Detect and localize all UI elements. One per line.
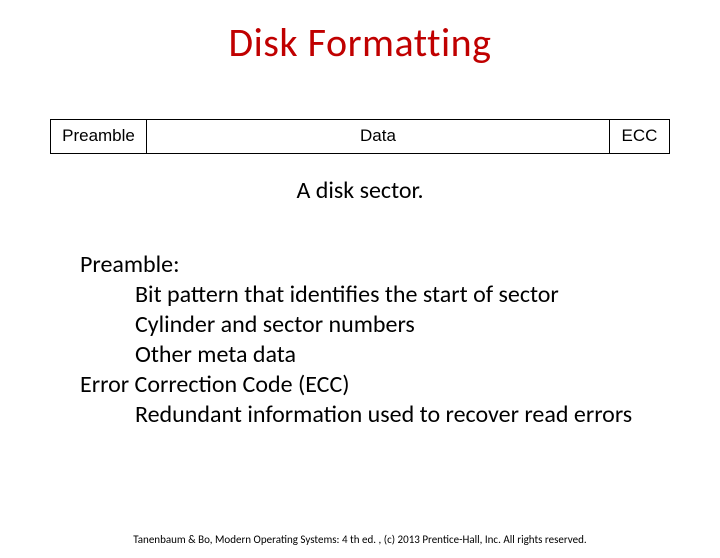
diagram-cell-data: Data [146,120,609,153]
diagram-caption: A disk sector. [0,176,720,205]
preamble-heading: Preamble: [80,250,690,280]
slide-title: Disk Formatting [0,18,720,67]
body-text: Preamble: Bit pattern that identifies th… [80,250,690,430]
preamble-line-3: Other meta data [135,340,690,370]
preamble-line-1: Bit pattern that identifies the start of… [135,280,690,310]
diagram-cell-ecc: ECC [609,120,669,153]
slide: Disk Formatting Preamble Data ECC A disk… [0,18,720,558]
sector-diagram: Preamble Data ECC [50,119,670,154]
ecc-line-1: Redundant information used to recover re… [135,400,690,430]
diagram-cell-preamble: Preamble [51,120,146,153]
ecc-heading: Error Correction Code (ECC) [80,370,690,400]
preamble-line-2: Cylinder and sector numbers [135,310,690,340]
